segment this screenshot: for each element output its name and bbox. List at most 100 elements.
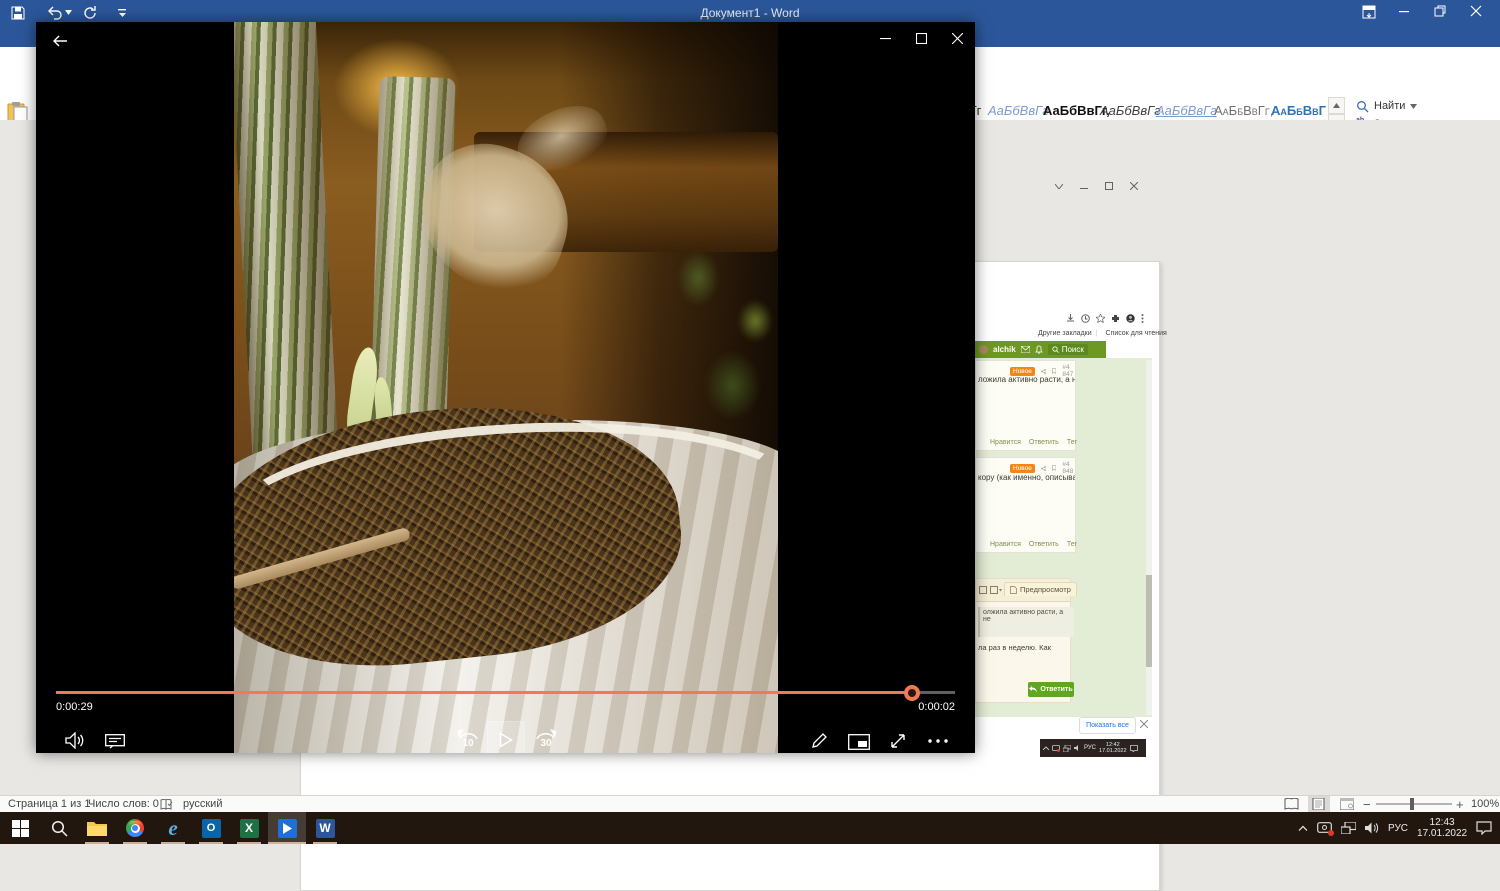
dismiss-icon[interactable] [1140, 720, 1148, 728]
skip-back-button[interactable]: 10 [454, 723, 482, 753]
zoom-level[interactable]: 100% [1471, 798, 1499, 810]
reply-link[interactable]: Ответить [1029, 541, 1059, 548]
editor-toolbar: Предпросмотр [976, 579, 1070, 602]
tag-link[interactable]: Тег [1067, 541, 1077, 548]
preview-tab[interactable]: Предпросмотр [1004, 582, 1077, 596]
clock-time: 12:43 [1430, 817, 1455, 828]
network-tray-icon[interactable] [1341, 822, 1356, 834]
taskbar-clock[interactable]: 12:43 17.01.2022 [1417, 817, 1467, 839]
desktop: Документ1 - Word Файл Дубинская Алла Вал… [0, 0, 1500, 844]
download-icon [1066, 314, 1075, 323]
forum-header: alchik Поиск [975, 341, 1106, 358]
web-layout-icon[interactable] [1340, 798, 1354, 810]
taskbar-chrome-button[interactable] [116, 812, 154, 844]
search-icon [1052, 346, 1059, 353]
like-link[interactable]: Нравится [990, 439, 1021, 446]
word-close-icon[interactable] [1470, 5, 1488, 22]
browser-minimize-icon [1080, 182, 1088, 190]
language-tray[interactable]: РУС [1388, 823, 1408, 834]
taskbar-word-button[interactable]: W [306, 812, 344, 844]
ribbon-display-options-icon[interactable] [1362, 5, 1380, 22]
forum-username[interactable]: alchik [993, 345, 1016, 354]
scrollbar-thumb[interactable] [1146, 575, 1152, 667]
player-minimize-button[interactable] [872, 26, 898, 50]
taskbar-search-button[interactable] [40, 812, 78, 844]
taskbar: e O X W [0, 812, 1500, 844]
word-icon: W [319, 821, 330, 835]
screenshot-browser-controls [1055, 177, 1155, 195]
seek-bar[interactable] [56, 691, 955, 694]
reply-button-label: Ответить [1040, 686, 1072, 693]
post-text: ложила активно расти, а не [978, 375, 1075, 384]
proofing-icon[interactable] [160, 799, 173, 810]
word-restore-icon[interactable] [1434, 5, 1452, 22]
like-link[interactable]: Нравится [990, 541, 1021, 548]
forum-scrollbar[interactable] [1146, 360, 1152, 715]
share-post-icon[interactable] [1041, 368, 1046, 375]
system-tray: РУС 12:43 17.01.2022 [1298, 812, 1500, 844]
clock-date: 17.01.2022 [1099, 748, 1127, 754]
zoom-slider-thumb[interactable] [1410, 798, 1414, 810]
volume-tray-icon[interactable] [1365, 822, 1379, 834]
action-center-tray-icon[interactable] [1476, 821, 1492, 835]
word-count[interactable]: Число слов: 0 [88, 798, 159, 810]
mini-player-button[interactable] [845, 732, 873, 752]
mail-icon[interactable] [1021, 346, 1030, 353]
captions-button[interactable] [102, 731, 128, 751]
word-status-bar: Страница 1 из 1 Число слов: 0 русский − … [0, 795, 1500, 813]
skip-forward-button[interactable]: 30 [532, 723, 560, 753]
language-status[interactable]: русский [183, 798, 222, 810]
find-dropdown-icon [1410, 104, 1417, 109]
reply-link[interactable]: Ответить [1029, 439, 1059, 446]
player-controls: 0:00:29 0:00:02 10 30 [36, 643, 975, 753]
profile-avatar-icon [1126, 314, 1135, 323]
taskbar-movies-button[interactable] [268, 812, 306, 844]
tray-chevron-icon [1043, 746, 1049, 750]
taskbar-excel-button[interactable]: X [230, 812, 268, 844]
taskbar-explorer-button[interactable] [78, 812, 116, 844]
bell-icon[interactable] [1035, 345, 1043, 354]
print-layout-button[interactable] [1308, 796, 1330, 812]
draft-text[interactable]: ла раз в неделю. Как [978, 643, 1051, 652]
fullscreen-button[interactable] [885, 729, 911, 753]
seek-handle[interactable] [904, 685, 920, 701]
draw-button[interactable] [806, 729, 832, 753]
player-back-button[interactable] [48, 30, 72, 52]
volume-button[interactable] [62, 729, 88, 751]
zoom-out-button[interactable]: − [1363, 797, 1371, 812]
find-button[interactable]: Найти [1356, 97, 1417, 115]
bookmark-post-icon[interactable] [1052, 367, 1056, 375]
word-minimize-icon[interactable] [1398, 5, 1416, 22]
more-options-button[interactable] [924, 735, 952, 747]
editor-tool-icon[interactable] [979, 586, 987, 594]
excel-icon: X [245, 821, 253, 835]
zoom-in-button[interactable]: + [1456, 797, 1464, 812]
styles-scroll-up-icon[interactable] [1328, 97, 1345, 114]
share-post-icon[interactable] [1041, 465, 1046, 472]
editor-image-tool-icon[interactable] [990, 586, 1002, 594]
forum-search[interactable]: Поиск [1048, 344, 1088, 355]
taskbar-outlook-button[interactable]: O [192, 812, 230, 844]
recorder-tray-icon[interactable] [1317, 822, 1332, 834]
player-close-button[interactable] [944, 26, 970, 50]
document-icon [1010, 586, 1017, 594]
start-button[interactable] [1, 812, 39, 844]
tab-search-icon [1055, 184, 1063, 189]
show-all-button[interactable]: Показать все [1079, 717, 1136, 734]
bookmark-post-icon[interactable] [1052, 464, 1056, 472]
page-count[interactable]: Страница 1 из 1 [8, 798, 90, 810]
play-button[interactable] [488, 722, 524, 753]
reply-button[interactable]: Ответить [1028, 682, 1074, 697]
video-player-window: 0:00:29 0:00:02 10 30 [36, 22, 975, 753]
player-maximize-button[interactable] [908, 26, 934, 50]
taskbar-ie-button[interactable]: e [154, 812, 192, 844]
read-mode-icon[interactable] [1284, 798, 1299, 810]
elapsed-time: 0:00:29 [56, 701, 93, 713]
post-actions: Нравится Ответить Тег [990, 541, 1077, 548]
other-bookmarks-label: Другие закладки [1038, 330, 1092, 337]
tag-link[interactable]: Тег [1067, 439, 1077, 446]
tray-expand-icon[interactable] [1298, 825, 1308, 831]
screenshot-browser-toolbar [1066, 312, 1150, 324]
zoom-slider-track[interactable] [1376, 803, 1452, 805]
find-label: Найти [1374, 100, 1405, 112]
